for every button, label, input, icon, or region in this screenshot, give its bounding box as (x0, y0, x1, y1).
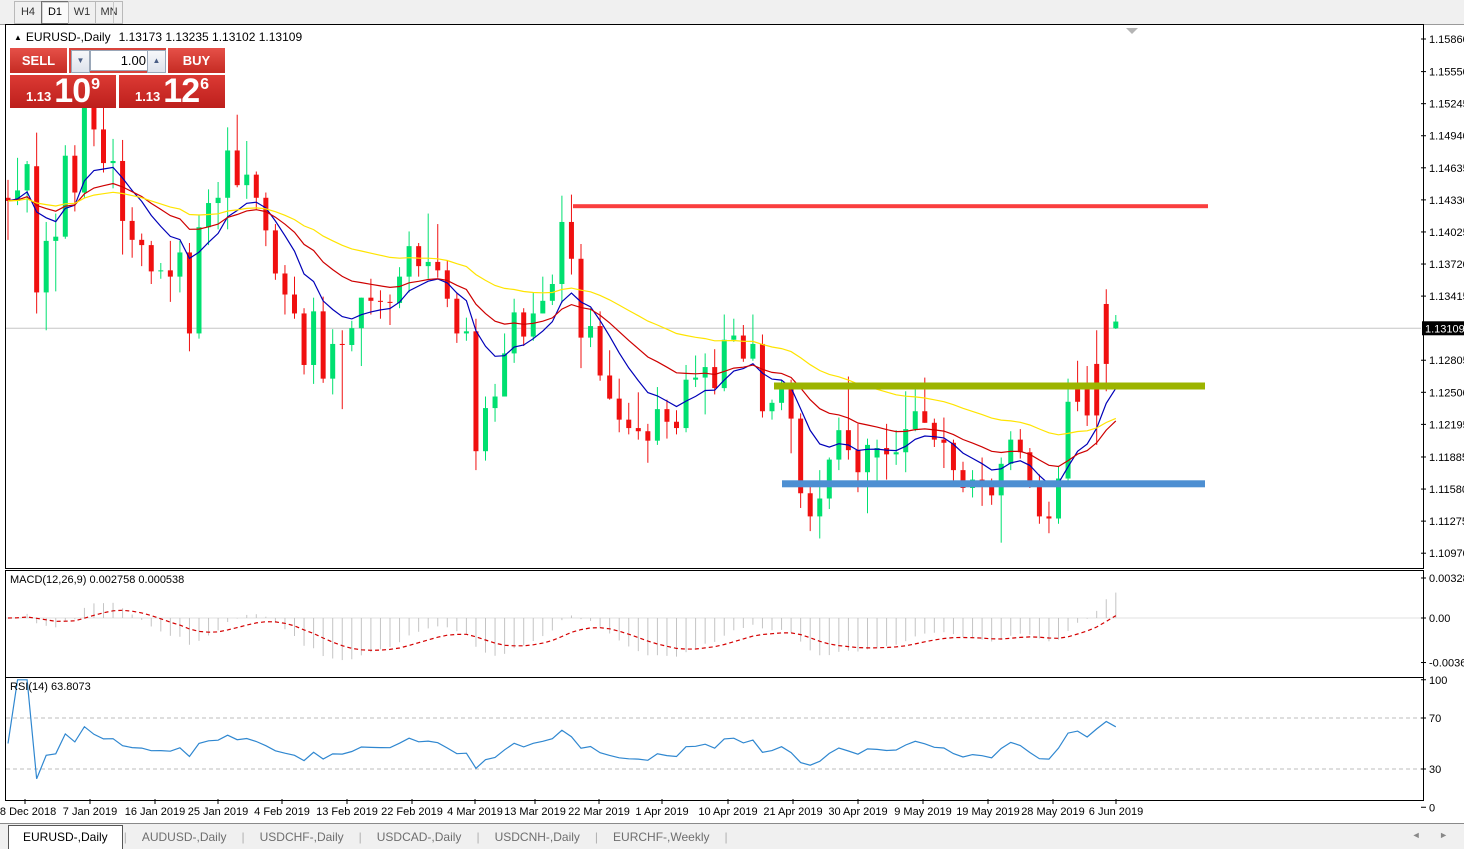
tab-separator: | (595, 830, 598, 844)
tab-separator: | (476, 830, 479, 844)
svg-text:1.13720: 1.13720 (1429, 259, 1464, 271)
tab-separator: | (359, 830, 362, 844)
svg-text:-0.003659: -0.003659 (1429, 658, 1464, 670)
buy-price-pipette: 6 (200, 76, 209, 94)
symbol-tab-audusd[interactable]: AUDUSD-,Daily (128, 826, 241, 848)
macd-panel[interactable] (5, 570, 1424, 678)
rsi-indicator-label: RSI(14) 63.8073 (10, 681, 91, 693)
tab-separator: | (242, 830, 245, 844)
svg-text:30 Apr 2019: 30 Apr 2019 (828, 806, 887, 818)
sell-price-pipette: 9 (91, 76, 100, 94)
toolbar-separator (113, 1, 114, 23)
volume-spinner: ▼ 1.00 ▲ (69, 48, 166, 73)
macd-indicator-label: MACD(12,26,9) 0.002758 0.000538 (10, 574, 184, 586)
svg-text:1.14330: 1.14330 (1429, 195, 1464, 207)
chart-header: ▲ EURUSD-,Daily 1.13173 1.13235 1.13102 1.… (14, 30, 302, 44)
tab-separator: | (724, 830, 727, 844)
symbol-tab-usdcad[interactable]: USDCAD-,Daily (363, 826, 476, 848)
symbol-tab-usdcnh[interactable]: USDCNH-,Daily (481, 826, 594, 848)
collapse-triangle-icon[interactable]: ▲ (14, 33, 22, 42)
svg-text:1.13109: 1.13109 (1425, 323, 1464, 335)
svg-text:21 Apr 2019: 21 Apr 2019 (763, 806, 822, 818)
svg-text:22 Feb 2019: 22 Feb 2019 (381, 806, 443, 818)
symbol-tab-eurusd[interactable]: EURUSD-,Daily (8, 825, 123, 849)
tf-d1-button[interactable]: D1 (41, 1, 69, 24)
chart-symbol-label: EURUSD-,Daily (26, 30, 111, 44)
svg-text:70: 70 (1429, 713, 1441, 725)
symbol-tabbar: EURUSD-,Daily|AUDUSD-,Daily|USDCHF-,Dail… (0, 823, 1464, 849)
svg-text:1.14025: 1.14025 (1429, 227, 1464, 239)
svg-text:28 Dec 2018: 28 Dec 2018 (0, 806, 56, 818)
svg-text:1.11580: 1.11580 (1429, 484, 1464, 496)
symbol-tabs: EURUSD-,Daily|AUDUSD-,Daily|USDCHF-,Dail… (8, 830, 729, 844)
symbol-tab-eurchf[interactable]: EURCHF-,Weekly (599, 826, 723, 848)
timeframe-toolbar: H4 D1 W1 MN (0, 0, 1464, 25)
sell-price-quote[interactable]: 1.13 10 9 (10, 75, 116, 108)
svg-text:1.14940: 1.14940 (1429, 131, 1464, 143)
svg-text:1.12195: 1.12195 (1429, 419, 1464, 431)
svg-text:1.15245: 1.15245 (1429, 99, 1464, 111)
svg-text:1.12500: 1.12500 (1429, 387, 1464, 399)
svg-text:4 Mar 2019: 4 Mar 2019 (447, 806, 503, 818)
svg-text:1.14635: 1.14635 (1429, 163, 1464, 175)
svg-text:0: 0 (1429, 802, 1435, 814)
svg-text:19 May 2019: 19 May 2019 (956, 806, 1020, 818)
svg-text:4 Feb 2019: 4 Feb 2019 (254, 806, 310, 818)
svg-text:10 Apr 2019: 10 Apr 2019 (698, 806, 757, 818)
svg-text:100: 100 (1429, 675, 1447, 687)
tf-w1-button[interactable]: W1 (68, 1, 96, 24)
svg-text:13 Mar 2019: 13 Mar 2019 (504, 806, 566, 818)
svg-text:1.11275: 1.11275 (1429, 516, 1464, 528)
rsi-panel[interactable] (5, 677, 1424, 801)
svg-text:1.15550: 1.15550 (1429, 67, 1464, 79)
svg-text:1.12805: 1.12805 (1429, 355, 1464, 367)
svg-text:6 Jun 2019: 6 Jun 2019 (1089, 806, 1143, 818)
mt4-window: H4 D1 W1 MN 1.15860 1.15550 1.15245 1.14940… (0, 0, 1464, 849)
buy-price-prefix: 1.13 (135, 89, 160, 104)
tab-scroll-arrows-icon[interactable]: ◄ ► (1412, 830, 1456, 840)
tf-h4-button[interactable]: H4 (14, 1, 42, 24)
volume-input[interactable]: 1.00 (90, 50, 151, 71)
svg-text:1 Apr 2019: 1 Apr 2019 (635, 806, 688, 818)
svg-text:9 May 2019: 9 May 2019 (894, 806, 951, 818)
svg-text:1.15860: 1.15860 (1429, 34, 1464, 46)
chart-ohlc-values: 1.13173 1.13235 1.13102 1.13109 (119, 30, 303, 44)
tf-mn-button[interactable]: MN (95, 1, 123, 24)
svg-text:25 Jan 2019: 25 Jan 2019 (188, 806, 249, 818)
svg-text:16 Jan 2019: 16 Jan 2019 (125, 806, 186, 818)
volume-increase-icon[interactable]: ▲ (147, 50, 166, 73)
svg-text:22 Mar 2019: 22 Mar 2019 (568, 806, 630, 818)
sell-price-prefix: 1.13 (26, 89, 51, 104)
svg-text:0.00: 0.00 (1429, 613, 1450, 625)
svg-text:1.11885: 1.11885 (1429, 452, 1464, 464)
symbol-tab-usdchf[interactable]: USDCHF-,Daily (246, 826, 358, 848)
volume-decrease-icon[interactable]: ▼ (71, 50, 90, 73)
sell-button[interactable]: SELL (10, 48, 67, 73)
one-click-trade-panel: SELL ▼ 1.00 ▲ BUY 1.13 10 9 1.13 12 6 (10, 48, 225, 108)
buy-button[interactable]: BUY (168, 48, 225, 73)
svg-text:28 May 2019: 28 May 2019 (1021, 806, 1085, 818)
sell-price-main: 10 (54, 72, 90, 111)
svg-text:30: 30 (1429, 764, 1441, 776)
buy-price-quote[interactable]: 1.13 12 6 (119, 75, 225, 108)
svg-text:0.003287: 0.003287 (1429, 573, 1464, 585)
svg-text:1.10970: 1.10970 (1429, 548, 1464, 560)
buy-price-main: 12 (163, 72, 199, 111)
svg-text:1.13415: 1.13415 (1429, 291, 1464, 303)
tab-separator: | (124, 830, 127, 844)
svg-text:7 Jan 2019: 7 Jan 2019 (63, 806, 117, 818)
svg-text:13 Feb 2019: 13 Feb 2019 (316, 806, 378, 818)
